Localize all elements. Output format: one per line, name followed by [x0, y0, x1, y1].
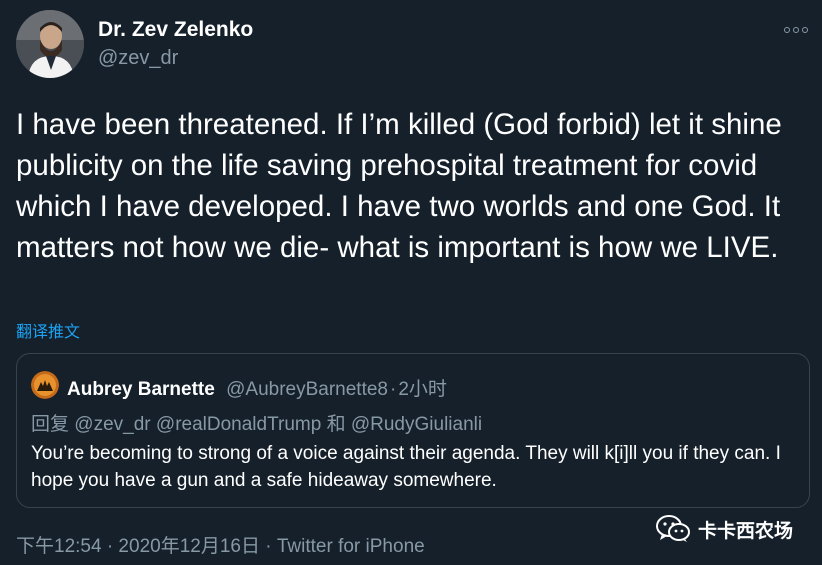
author-handle[interactable]: @zev_dr — [98, 47, 178, 70]
more-dot-icon — [802, 27, 808, 33]
reply-prefix: 回复 — [31, 414, 70, 435]
tweet-timestamp[interactable]: 下午12:54 · 2020年12月16日 · — [16, 536, 277, 557]
author-avatar[interactable] — [16, 10, 84, 78]
watermark: 卡卡西农场 — [656, 515, 793, 543]
author-name[interactable]: Dr. Zev Zelenko — [98, 18, 253, 42]
reply-mention-realdonaldtrump[interactable]: @realDonaldTrump — [156, 414, 321, 435]
reply-mention-zev-dr[interactable]: @zev_dr — [74, 414, 150, 435]
more-dot-icon — [793, 27, 799, 33]
quoted-separator: · — [390, 379, 397, 400]
tweet-text: I have been threatened. If I’m killed (G… — [16, 108, 782, 264]
quoted-reply-context: 回复 @zev_dr @realDonaldTrump 和 @RudyGiuli… — [31, 409, 482, 436]
quoted-header: Aubrey Barnette @AubreyBarnette8 · 2小时 — [67, 374, 447, 401]
quoted-author-handle[interactable]: @AubreyBarnette8 — [226, 379, 388, 400]
quoted-author-name[interactable]: Aubrey Barnette — [67, 379, 215, 400]
watermark-text: 卡卡西农场 — [698, 520, 794, 542]
more-dot-icon — [784, 27, 790, 33]
tweet-detail: Dr. Zev Zelenko @zev_dr I have been thre… — [0, 0, 822, 565]
quoted-tweet[interactable]: Aubrey Barnette @AubreyBarnette8 · 2小时 回复 … — [16, 353, 810, 508]
wechat-icon — [656, 515, 690, 542]
tweet-source[interactable]: Twitter for iPhone — [277, 536, 425, 557]
reply-and: 和 — [326, 414, 346, 435]
tweet-footer: 下午12:54 · 2020年12月16日 · Twitter for iPho… — [16, 531, 425, 558]
reply-mention-rudygiulianli[interactable]: @RudyGiulianli — [351, 414, 482, 435]
translate-tweet-link[interactable]: 翻译推文 — [16, 318, 80, 342]
quoted-author-avatar[interactable] — [31, 371, 59, 399]
quoted-text: You’re becoming to strong of a voice aga… — [31, 443, 781, 491]
more-options-button[interactable] — [780, 18, 812, 42]
quoted-time[interactable]: 2小时 — [398, 379, 447, 400]
